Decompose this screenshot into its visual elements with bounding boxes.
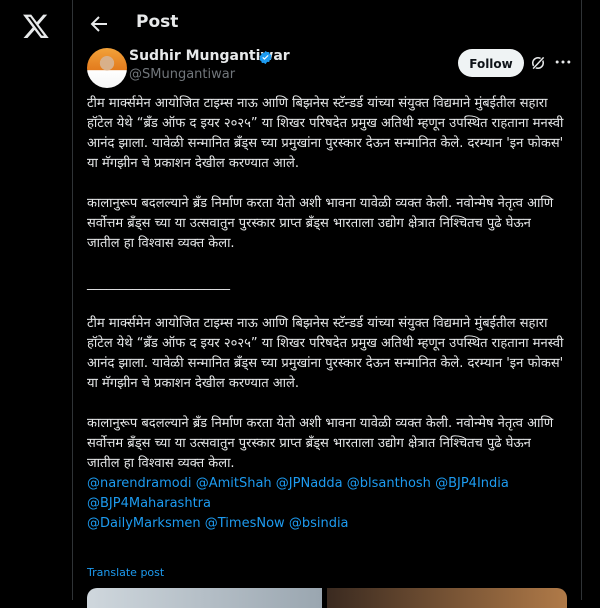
grok-icon[interactable] bbox=[529, 54, 547, 72]
media-gallery bbox=[87, 588, 567, 608]
mention-link[interactable]: @blsanthosh bbox=[347, 476, 431, 491]
mention-list: @narendramodi @AmitShah @JPNadda @blsant… bbox=[87, 474, 567, 534]
post-column: Post Sudhir Mungantiwar @SMungantiwar Fo… bbox=[72, 0, 582, 608]
follow-button[interactable]: Follow bbox=[458, 49, 524, 77]
post-paragraph: टीम मार्क्समेन आयोजित टाइम्स नाऊ आणि बिझ… bbox=[87, 316, 564, 391]
left-nav bbox=[0, 0, 72, 600]
post-paragraph: कालानुरूप बदलल्याने ब्रँड निर्माण करता य… bbox=[87, 416, 554, 471]
post-text: टीम मार्क्समेन आयोजित टाइम्स नाऊ आणि बिझ… bbox=[87, 94, 567, 534]
header: Post bbox=[73, 0, 581, 48]
translate-post-link[interactable]: Translate post bbox=[87, 566, 164, 579]
media-image[interactable] bbox=[87, 588, 322, 608]
mention-link[interactable]: @bsindia bbox=[289, 516, 349, 531]
mention-link[interactable]: @DailyMarksmen bbox=[87, 516, 201, 531]
media-image[interactable] bbox=[327, 588, 567, 608]
avatar[interactable] bbox=[87, 48, 127, 88]
separator-line: ______________________ bbox=[87, 276, 230, 291]
page-title: Post bbox=[136, 12, 179, 32]
verified-badge-icon bbox=[259, 50, 272, 65]
arrow-left-icon[interactable] bbox=[87, 12, 111, 36]
mention-link[interactable]: @TimesNow bbox=[205, 516, 285, 531]
mention-link[interactable]: @AmitShah bbox=[196, 476, 272, 491]
post-paragraph: टीम मार्क्समेन आयोजित टाइम्स नाऊ आणि बिझ… bbox=[87, 96, 564, 171]
mention-link[interactable]: @BJP4India bbox=[435, 476, 509, 491]
mention-link[interactable]: @BJP4Maharashtra bbox=[87, 496, 211, 511]
post-paragraph: कालानुरूप बदलल्याने ब्रँड निर्माण करता य… bbox=[87, 196, 554, 251]
more-options-icon[interactable] bbox=[553, 52, 573, 72]
x-logo-icon[interactable] bbox=[22, 12, 50, 40]
mention-link[interactable]: @JPNadda bbox=[276, 476, 343, 491]
mention-link[interactable]: @narendramodi bbox=[87, 476, 192, 491]
author-handle[interactable]: @SMungantiwar bbox=[129, 67, 235, 82]
